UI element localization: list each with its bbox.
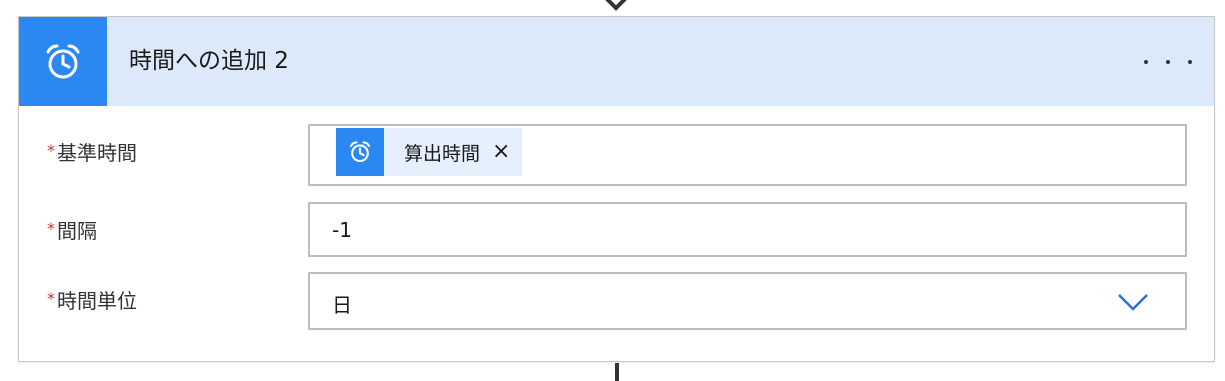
alarm-clock-icon [46,44,80,78]
time-unit-dropdown[interactable]: 日 [308,272,1187,330]
action-icon-box [19,17,107,106]
more-options-dot [1166,60,1170,64]
action-card-header[interactable]: 時間への追加 2 [19,17,1214,106]
dynamic-content-token[interactable]: 算出時間 × [336,128,523,176]
token-label: 算出時間 [404,142,481,165]
token-remove-button[interactable]: × [492,141,522,163]
token-icon-box [336,128,384,176]
interval-value: -1 [332,218,352,242]
interval-label-text: 間隔 [57,219,97,243]
time-unit-label-text: 時間単位 [57,289,137,313]
base-time-field[interactable]: 算出時間 × [308,124,1187,186]
time-unit-value: 日 [332,293,352,317]
more-options-icon [1144,60,1148,64]
interval-label: * 間隔 [47,215,97,244]
action-title: 時間への追加 2 [129,48,289,74]
action-card: 時間への追加 2 * 基準時間 算出時間 × * 間隔 -1 * 時間単位 日 [18,16,1215,362]
required-mark: * [47,289,55,308]
connector-line [615,363,619,381]
base-time-label-text: 基準時間 [57,141,137,165]
more-options-dot [1188,60,1192,64]
more-options-button[interactable] [1144,47,1192,77]
flow-canvas: 時間への追加 2 * 基準時間 算出時間 × * 間隔 -1 * 時間単位 日 [0,0,1225,381]
connector-arrow-icon [605,0,627,11]
alarm-clock-icon [349,141,371,163]
time-unit-label: * 時間単位 [47,285,137,314]
required-mark: * [47,219,55,238]
chevron-down-icon[interactable] [1117,292,1149,312]
required-mark: * [47,141,55,160]
interval-input[interactable]: -1 [308,202,1187,257]
base-time-label: * 基準時間 [47,137,137,166]
